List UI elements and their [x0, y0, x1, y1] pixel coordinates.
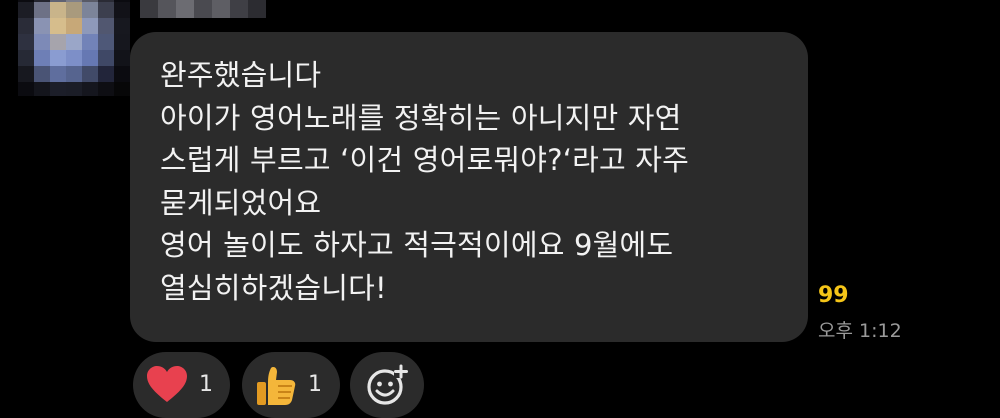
message-time: 오후 1:12: [818, 320, 902, 342]
message-line: 영어 놀이도 하자고 적극적이에요 9월에도: [160, 228, 674, 262]
avatar-pixel: [98, 2, 114, 18]
avatar-pixel: [66, 18, 82, 34]
sender-avatar[interactable]: [18, 0, 130, 96]
avatar-pixel: [34, 34, 50, 50]
avatar-pixel: [98, 34, 114, 50]
avatar-pixel: [98, 50, 114, 66]
avatar-pixel: [114, 18, 130, 34]
avatar-pixel: [18, 50, 34, 66]
avatar-pixel: [34, 18, 50, 34]
heart-icon: [145, 364, 189, 408]
avatar-pixel: [50, 66, 66, 82]
avatar-pixel: [66, 2, 82, 18]
avatar-pixel: [82, 82, 98, 96]
avatar-pixel: [82, 2, 98, 18]
message-line: 열심히하겠습니다!: [160, 270, 387, 305]
avatar-pixel: [18, 18, 34, 34]
add-reaction-icon: [364, 362, 410, 412]
avatar-pixel: [114, 82, 130, 96]
avatar-pixel: [66, 66, 82, 82]
avatar-pixel: [34, 50, 50, 66]
avatar-pixel: [98, 18, 114, 34]
thumbs-up-icon: [254, 364, 298, 410]
avatar-pixel: [98, 66, 114, 82]
message-line: 아이가 영어노래를 정확히는 아니지만 자연: [160, 100, 682, 135]
unread-count: 99: [818, 283, 849, 308]
avatar-pixel: [66, 34, 82, 50]
avatar-pixel: [114, 50, 130, 66]
message-line: 스럽게 부르고 ‘이건 영어로뭐야?‘라고 자주: [160, 143, 690, 177]
avatar-pixel: [50, 34, 66, 50]
add-reaction-button[interactable]: [350, 352, 424, 418]
name-blur-pixel: [176, 0, 194, 18]
name-blur-pixel: [158, 0, 176, 18]
avatar-pixel: [34, 82, 50, 96]
avatar-pixel: [18, 34, 34, 50]
avatar-pixel: [34, 66, 50, 82]
heart-count: 1: [199, 372, 213, 397]
avatar-pixel: [114, 34, 130, 50]
avatar-pixel: [34, 2, 50, 18]
avatar-pixel: [66, 82, 82, 96]
name-blur-pixel: [140, 0, 158, 18]
message-bubble[interactable]: 완주했습니다 아이가 영어노래를 정확히는 아니지만 자연 스럽게 부르고 ‘이…: [130, 32, 808, 342]
avatar-pixel: [50, 2, 66, 18]
reaction-heart[interactable]: 1: [133, 352, 230, 418]
avatar-pixel: [50, 18, 66, 34]
avatar-pixel: [66, 50, 82, 66]
avatar-pixel: [82, 18, 98, 34]
name-blur-pixel: [194, 0, 212, 18]
message-line: 완주했습니다: [160, 58, 322, 92]
name-blur-pixel: [230, 0, 248, 18]
name-blur-pixel: [212, 0, 230, 18]
sender-name-blurred: [140, 0, 270, 18]
thumbs-up-count: 1: [308, 372, 322, 397]
avatar-pixel: [18, 82, 34, 96]
avatar-pixel: [98, 82, 114, 96]
avatar-pixel: [114, 66, 130, 82]
avatar-pixel: [82, 50, 98, 66]
avatar-pixel: [18, 2, 34, 18]
avatar-pixel: [82, 66, 98, 82]
name-blur-pixel: [248, 0, 266, 18]
message-line: 묻게되었어요: [160, 185, 322, 220]
avatar-pixel: [82, 34, 98, 50]
avatar-pixel: [50, 82, 66, 96]
avatar-pixel: [50, 50, 66, 66]
reaction-thumbs-up[interactable]: 1: [242, 352, 340, 418]
avatar-pixel: [18, 66, 34, 82]
avatar-pixel: [114, 2, 130, 18]
